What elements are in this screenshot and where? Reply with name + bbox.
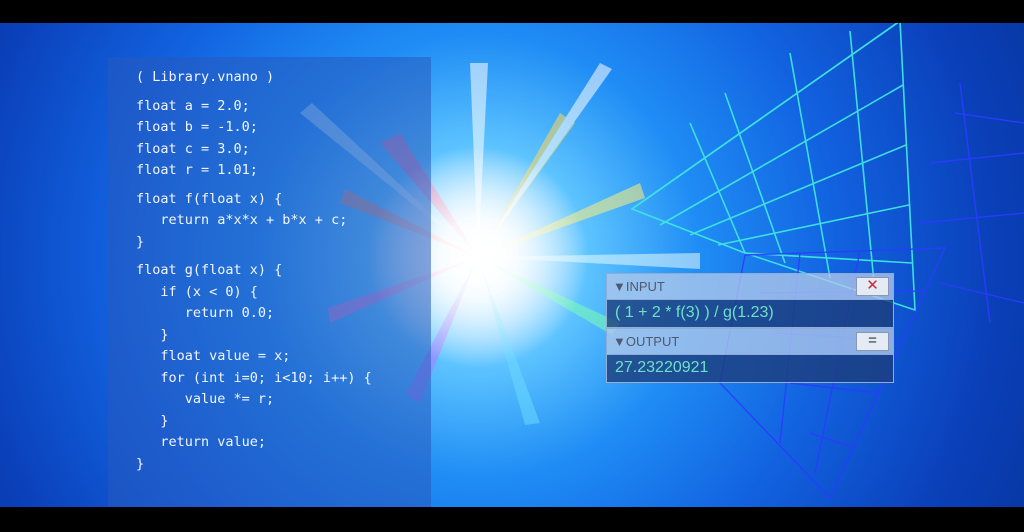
wallpaper-background: ( Library.vnano ) float a = 2.0; float b… [0, 23, 1024, 507]
code-line: value *= r; [136, 391, 275, 407]
input-label: ▼INPUT [613, 279, 665, 294]
close-icon: ✕ [866, 277, 879, 294]
input-header: ▼INPUT ✕ [606, 273, 894, 300]
close-button[interactable]: ✕ [856, 277, 889, 296]
output-header: ▼OUTPUT = [606, 328, 894, 355]
code-line: float c = 3.0; [136, 140, 250, 157]
code-line: return a*x*x + b*x + c; [136, 212, 348, 228]
code-line: return 0.0; [136, 305, 275, 321]
code-line: for (int i=0; i<10; i++) { [136, 369, 372, 386]
code-line: float r = 1.01; [136, 162, 258, 178]
code-line: float g(float x) { [136, 262, 283, 278]
code-panel: ( Library.vnano ) float a = 2.0; float b… [108, 57, 431, 507]
code-line: } [136, 412, 169, 429]
calculator-window: ▼INPUT ✕ ( 1 + 2 * f(3) ) / g(1.23) ▼OUT… [606, 273, 894, 383]
code-line: } [136, 233, 145, 250]
code-line: float a = 2.0; [136, 97, 250, 114]
code-line: } [136, 326, 169, 343]
code-line: ( Library.vnano ) [136, 69, 275, 85]
output-field: 27.23220921 [606, 355, 894, 383]
source-code: ( Library.vnano ) float a = 2.0; float b… [136, 67, 372, 475]
code-line: float f(float x) { [136, 190, 283, 207]
code-line: return value; [136, 434, 267, 450]
letterbox-bottom [0, 507, 1024, 532]
code-line: } [136, 455, 145, 472]
calculate-button[interactable]: = [856, 332, 889, 351]
input-field[interactable]: ( 1 + 2 * f(3) ) / g(1.23) [606, 300, 894, 328]
letterbox-top [0, 0, 1024, 23]
output-label: ▼OUTPUT [613, 334, 680, 349]
code-line: float b = -1.0; [136, 119, 258, 135]
equals-icon: = [868, 332, 877, 349]
code-line: if (x < 0) { [136, 283, 258, 300]
code-line: float value = x; [136, 348, 291, 364]
